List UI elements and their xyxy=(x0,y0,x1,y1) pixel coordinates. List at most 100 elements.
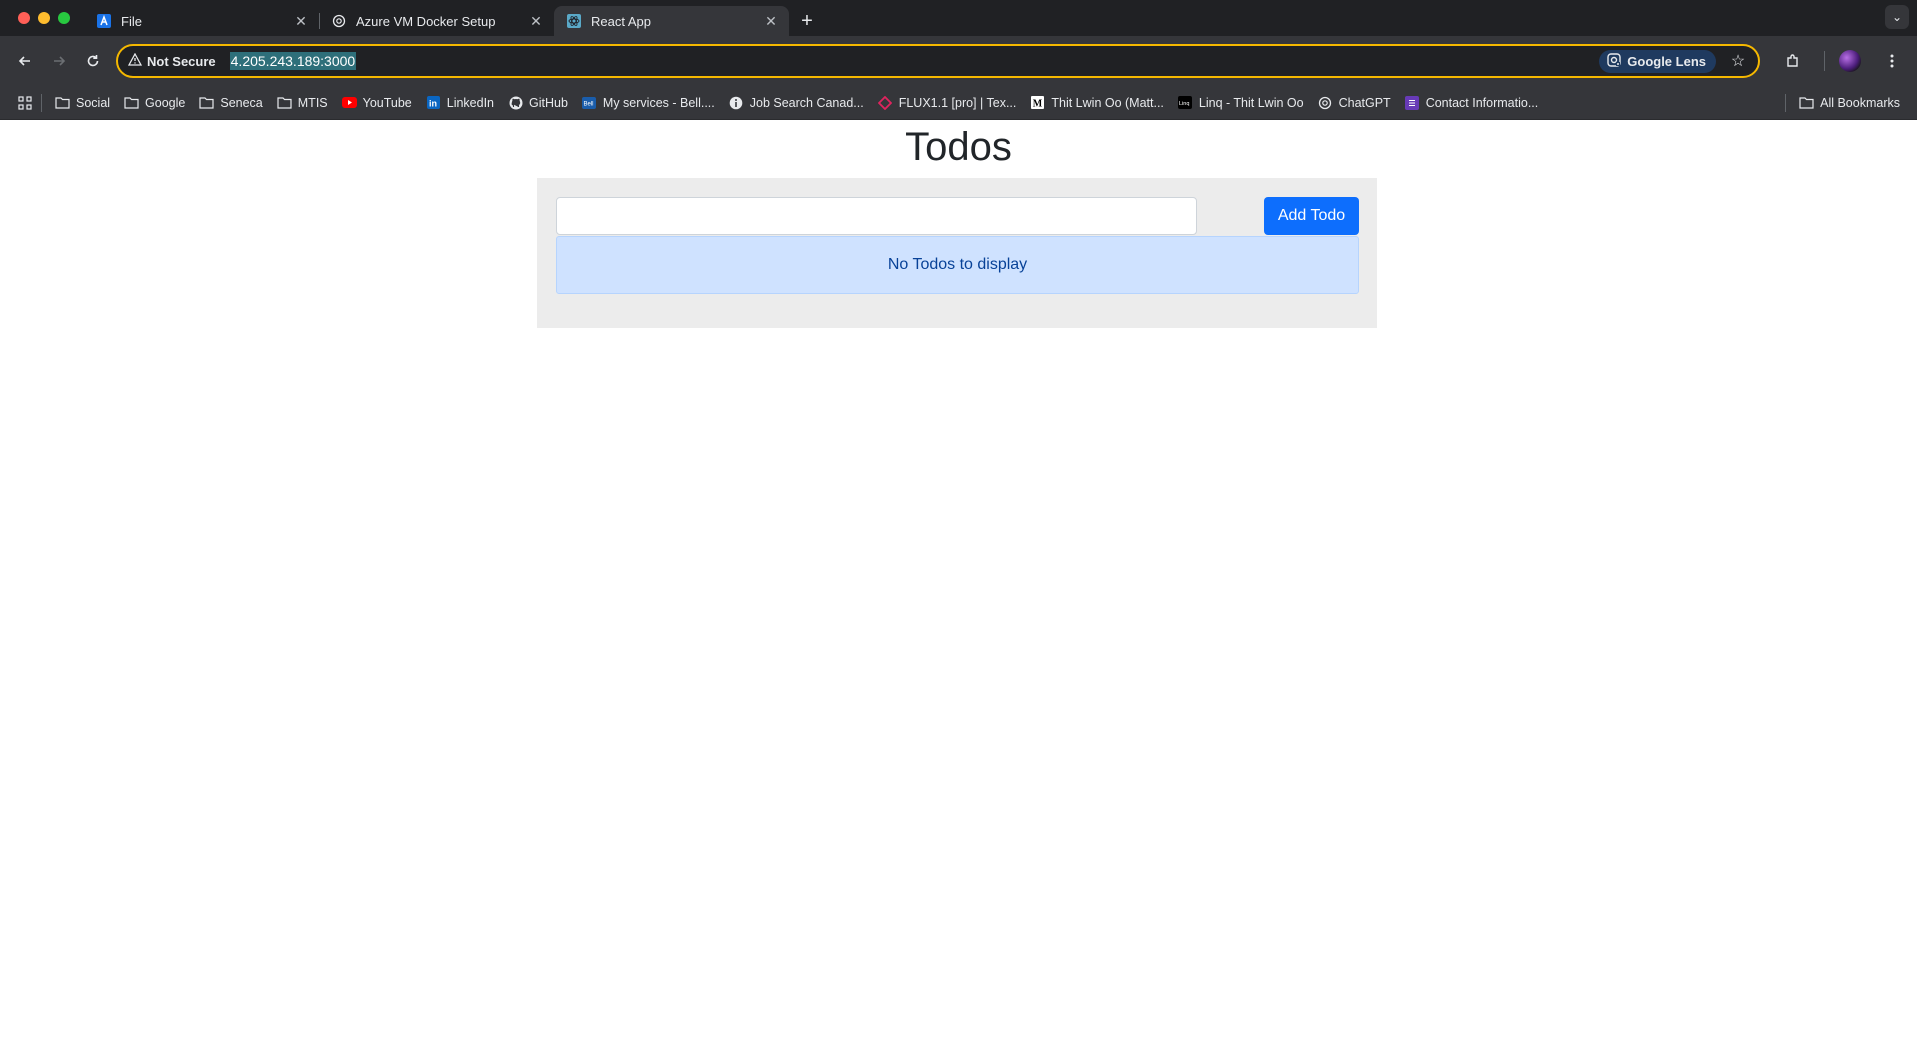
extensions-button[interactable] xyxy=(1776,44,1810,78)
bookmarks-divider xyxy=(1785,93,1787,112)
tab-file[interactable]: File ✕ xyxy=(84,6,319,36)
bookmarks-right: All Bookmarks xyxy=(1783,89,1907,117)
site-security-chip[interactable]: Not Secure xyxy=(127,52,216,69)
arrow-left-icon xyxy=(18,56,30,66)
bookmark-label: Social xyxy=(76,95,111,110)
tab-title: Azure VM Docker Setup xyxy=(356,13,496,29)
bookmark-job-search[interactable]: Job Search Canad... xyxy=(722,89,871,117)
google-lens-button[interactable]: Google Lens xyxy=(1599,49,1716,73)
tab-azure-vm-docker-setup[interactable]: Azure VM Docker Setup ✕ xyxy=(319,6,554,36)
tab-search-button[interactable]: ⌄ xyxy=(1885,5,1909,29)
bookmark-mtis[interactable]: MTIS xyxy=(270,89,335,117)
svg-text:Linq: Linq xyxy=(1179,101,1189,107)
forward-button[interactable] xyxy=(42,44,76,78)
chatgpt-icon xyxy=(1318,95,1333,110)
todo-input[interactable] xyxy=(556,197,1197,235)
linkedin-icon: in xyxy=(426,95,441,110)
flux-icon xyxy=(878,95,893,110)
profile-avatar[interactable] xyxy=(1839,50,1861,72)
bookmark-chatgpt[interactable]: ChatGPT xyxy=(1311,89,1398,117)
puzzle-icon xyxy=(1787,54,1798,67)
url-text[interactable]: 4.205.243.189:3000 xyxy=(229,52,1600,70)
toolbar-right xyxy=(1768,44,1909,78)
bookmark-star-icon[interactable]: ☆ xyxy=(1726,51,1750,71)
window-controls xyxy=(0,0,84,36)
react-icon xyxy=(566,13,582,29)
bookmark-label: YouTube xyxy=(362,95,412,110)
bookmark-github[interactable]: GitHub xyxy=(501,89,575,117)
form-icon xyxy=(1405,95,1420,110)
svg-text:M: M xyxy=(1033,99,1043,110)
reload-button[interactable] xyxy=(76,44,110,78)
bookmark-youtube[interactable]: YouTube xyxy=(335,89,419,117)
bookmark-label: Contact Informatio... xyxy=(1425,95,1539,110)
bookmark-label: GitHub xyxy=(529,95,568,110)
bookmark-label: Thit Lwin Oo (Matt... xyxy=(1051,95,1164,110)
bookmark-contact-information[interactable]: Contact Informatio... xyxy=(1398,89,1546,117)
browser-menu-button[interactable] xyxy=(1875,44,1909,78)
browser-chrome: File ✕ Azure VM Docker Setup ✕ React App… xyxy=(0,0,1917,120)
tab-title: File xyxy=(121,13,142,29)
arrow-right-icon xyxy=(54,56,66,66)
bookmark-google[interactable]: Google xyxy=(117,89,192,117)
apps-grid-icon xyxy=(17,95,32,110)
empty-state-message: No Todos to display xyxy=(887,256,1028,273)
bookmark-bell[interactable]: Bell My services - Bell.... xyxy=(575,89,722,117)
tab-title: React App xyxy=(591,13,651,29)
folder-icon xyxy=(55,95,70,110)
tab-strip: File ✕ Azure VM Docker Setup ✕ React App… xyxy=(0,0,1917,36)
bookmark-label: Job Search Canad... xyxy=(749,95,864,110)
close-window-button[interactable] xyxy=(18,12,30,24)
address-bar[interactable]: Not Secure 4.205.243.189:3000 Google Len… xyxy=(116,44,1760,78)
close-tab-icon[interactable]: ✕ xyxy=(763,13,779,29)
google-lens-icon xyxy=(1607,52,1621,70)
svg-text:Bell: Bell xyxy=(584,101,594,107)
page-title: Todos xyxy=(905,125,1012,169)
folder-icon xyxy=(1799,95,1814,110)
bookmark-label: FLUX1.1 [pro] | Tex... xyxy=(898,95,1017,110)
folder-icon xyxy=(277,95,292,110)
bell-icon: Bell xyxy=(582,95,597,110)
security-label: Not Secure xyxy=(147,53,216,69)
all-bookmarks-label: All Bookmarks xyxy=(1820,95,1900,110)
linq-icon: Linq xyxy=(1178,95,1193,110)
bookmark-social[interactable]: Social xyxy=(48,89,117,117)
bookmark-flux[interactable]: FLUX1.1 [pro] | Tex... xyxy=(871,89,1024,117)
info-icon xyxy=(729,95,744,110)
reload-icon xyxy=(87,55,99,67)
github-icon xyxy=(508,95,523,110)
minimize-window-button[interactable] xyxy=(38,12,50,24)
bookmark-label: MTIS xyxy=(297,95,328,110)
close-tab-icon[interactable]: ✕ xyxy=(528,13,544,29)
tab-react-app[interactable]: React App ✕ xyxy=(554,6,789,36)
apps-button[interactable] xyxy=(10,89,39,117)
warning-icon xyxy=(127,52,143,69)
bookmarks-divider xyxy=(41,93,42,112)
youtube-icon xyxy=(341,95,357,110)
bookmark-label: ChatGPT xyxy=(1338,95,1391,110)
folder-icon xyxy=(124,95,139,110)
back-button[interactable] xyxy=(8,44,42,78)
new-tab-button[interactable]: + xyxy=(793,6,821,36)
kebab-menu-icon xyxy=(1890,54,1894,68)
svg-text:in: in xyxy=(429,99,437,109)
bookmark-label: Google xyxy=(145,95,186,110)
bookmark-linkedin[interactable]: in LinkedIn xyxy=(419,89,501,117)
all-bookmarks-button[interactable]: All Bookmarks xyxy=(1792,89,1907,117)
toolbar-divider xyxy=(1824,51,1825,71)
empty-state-alert: No Todos to display xyxy=(556,236,1359,294)
bookmark-seneca[interactable]: Seneca xyxy=(192,89,269,117)
browser-toolbar: Not Secure 4.205.243.189:3000 Google Len… xyxy=(0,36,1917,86)
medium-icon: M xyxy=(1030,95,1045,110)
bookmark-label: LinkedIn xyxy=(446,95,495,110)
bookmark-label: My services - Bell.... xyxy=(602,95,715,110)
bookmark-label: Linq - Thit Lwin Oo xyxy=(1198,95,1304,110)
page-viewport: Todos Add Todo No Todos to display xyxy=(0,122,1917,1054)
bookmark-linq[interactable]: Linq Linq - Thit Lwin Oo xyxy=(1171,89,1311,117)
add-todo-button[interactable]: Add Todo xyxy=(1264,197,1359,235)
bookmark-medium[interactable]: M Thit Lwin Oo (Matt... xyxy=(1023,89,1171,117)
chatgpt-icon xyxy=(331,13,347,29)
close-tab-icon[interactable]: ✕ xyxy=(293,13,309,29)
maximize-window-button[interactable] xyxy=(58,12,70,24)
bookmark-label: Seneca xyxy=(220,95,263,110)
